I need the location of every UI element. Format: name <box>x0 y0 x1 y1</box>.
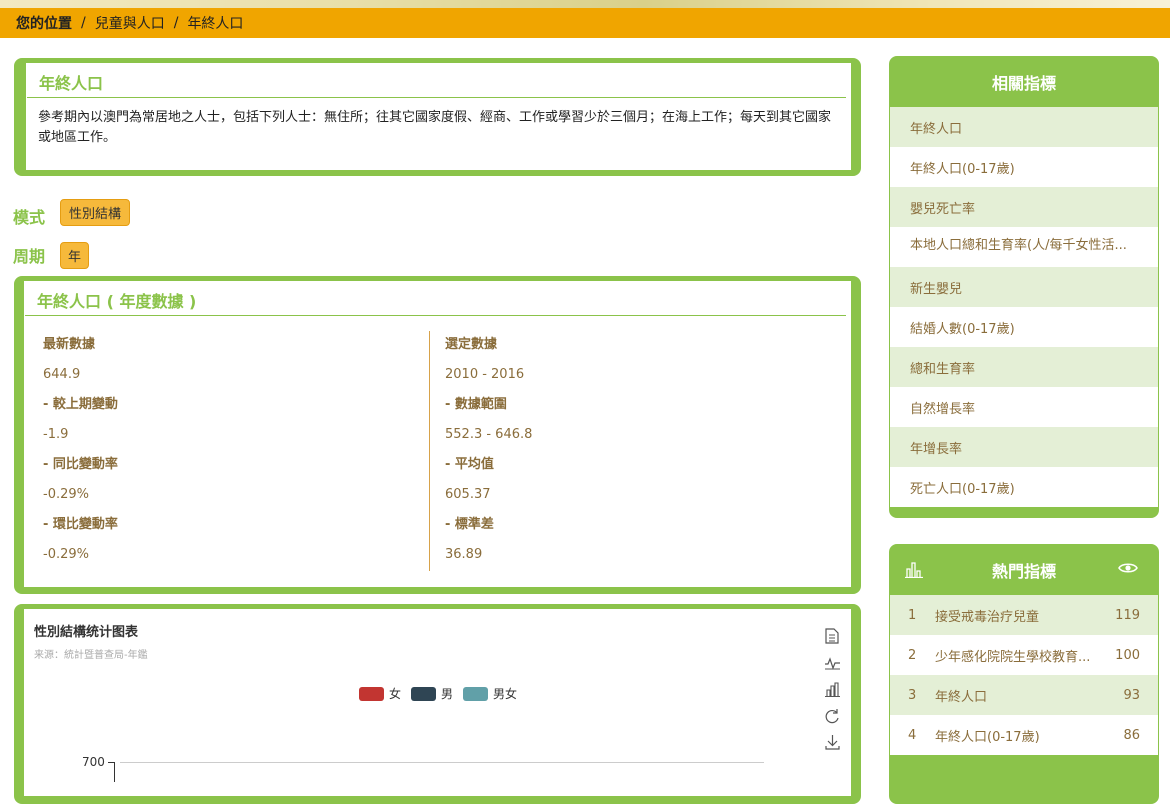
popular-indicators-list: 1 接受戒毒治疗兒童 119 2 少年感化院院生學校教育... 100 3 年終… <box>890 595 1158 755</box>
popular-item[interactable]: 1 接受戒毒治疗兒童 119 <box>890 595 1158 635</box>
chart-gridline <box>120 762 764 763</box>
related-item[interactable]: 嬰兒死亡率 <box>890 187 1158 227</box>
yoy-value: -0.29% <box>43 487 89 502</box>
change-value: -1.9 <box>43 427 69 442</box>
range-value: 552.3 - 646.8 <box>445 427 533 442</box>
related-item[interactable]: 自然增長率 <box>890 387 1158 427</box>
chart-toolbox <box>822 623 842 756</box>
legend-swatch <box>359 686 384 701</box>
mode-tag[interactable]: 性別結構 <box>60 199 131 226</box>
popular-count: 100 <box>1115 647 1140 663</box>
definition-card: 年終人口 參考期內以澳門為常居地之人士，包括下列人士：無住所；往其它國家度假、經… <box>14 58 861 176</box>
bar-chart-icon[interactable] <box>822 676 842 703</box>
latest-label: 最新數據 <box>43 337 96 352</box>
data-view-icon[interactable] <box>822 623 842 650</box>
chart-legend: 女 男 男女 <box>359 685 527 702</box>
chart-title: 性別結構统计图表 <box>34 625 139 640</box>
std-dev-value: 36.89 <box>445 547 483 562</box>
popular-rank: 3 <box>908 687 917 703</box>
y-axis-line <box>114 762 115 782</box>
average-label: - 平均值 <box>445 457 494 472</box>
popular-indicators-title: 熱門指標 <box>991 562 1056 581</box>
breadcrumb-separator: / <box>173 15 179 31</box>
breadcrumb-current[interactable]: 年終人口 <box>187 13 243 33</box>
annual-data-card: 年終人口 ( 年度數據 ) 最新數據 644.9 - 較上期變動 -1.9 - … <box>14 276 861 594</box>
period-label: 周期 <box>13 247 46 266</box>
legend-label: 男 <box>441 687 454 701</box>
breadcrumb-section-link[interactable]: 兒童與人口 <box>95 13 165 33</box>
eye-icon <box>1118 560 1138 580</box>
legend-swatch <box>411 686 437 701</box>
definition-title: 年終人口 <box>27 63 846 98</box>
related-item[interactable]: 年終人口 <box>890 107 1158 147</box>
breadcrumb: 您的位置 / 兒童與人口 / 年終人口 <box>0 8 1170 38</box>
latest-data-column: 最新數據 644.9 - 較上期變動 -1.9 - 同比變動率 -0.29% -… <box>43 330 118 570</box>
annual-stats: 最新數據 644.9 - 較上期變動 -1.9 - 同比變動率 -0.29% -… <box>24 316 851 576</box>
period-tag[interactable]: 年 <box>60 242 90 269</box>
legend-label: 男女 <box>493 687 518 701</box>
popular-rank: 1 <box>908 607 917 623</box>
popular-indicators-header: 熱門指標 <box>890 545 1158 595</box>
selected-value: 2010 - 2016 <box>445 367 525 382</box>
yoy-label: - 同比變動率 <box>43 457 118 472</box>
range-label: - 數據範圍 <box>445 397 507 412</box>
selected-data-column: 選定數據 2010 - 2016 - 數據範圍 552.3 - 646.8 - … <box>445 330 532 570</box>
popular-name: 少年感化院院生學校教育... <box>935 649 1091 665</box>
definition-text: 參考期內以澳門為常居地之人士，包括下列人士：無住所；往其它國家度假、經商、工作或… <box>38 110 832 145</box>
download-icon[interactable] <box>822 729 842 756</box>
popular-count: 119 <box>1115 607 1140 623</box>
popular-rank: 2 <box>908 647 917 663</box>
chart-card: 性別結構统计图表 来源：統計暨普查局-年鑑 女 男 男女 700 <box>14 604 861 804</box>
selected-label: 選定數據 <box>445 337 498 352</box>
related-item[interactable]: 年增長率 <box>890 427 1158 467</box>
qoq-value: -0.29% <box>43 547 89 562</box>
related-item[interactable]: 年終人口(0-17歲) <box>890 147 1158 187</box>
popular-name: 接受戒毒治疗兒童 <box>935 609 1040 625</box>
restore-icon[interactable] <box>822 703 842 730</box>
mode-label: 模式 <box>13 208 46 227</box>
panel-footer <box>890 507 1158 517</box>
related-item[interactable]: 總和生育率 <box>890 347 1158 387</box>
change-label: - 較上期變動 <box>43 397 118 412</box>
related-indicators-list: 年終人口 年終人口(0-17歲) 嬰兒死亡率 本地人口總和生育率(人/每千女性活… <box>890 107 1158 507</box>
legend-swatch <box>463 686 489 701</box>
popular-item[interactable]: 4 年終人口(0-17歲) 86 <box>890 715 1158 755</box>
popular-name: 年終人口(0-17歲) <box>935 729 1040 745</box>
popular-item[interactable]: 3 年終人口 93 <box>890 675 1158 715</box>
popular-count: 93 <box>1123 687 1140 703</box>
related-item[interactable]: 結婚人數(0-17歲) <box>890 307 1158 347</box>
header-banner-strip <box>0 0 1170 8</box>
breadcrumb-separator: / <box>81 15 86 31</box>
latest-value: 644.9 <box>43 367 81 382</box>
related-indicators-title: 相關指標 <box>991 74 1056 93</box>
chart-source: 来源：統計暨普查局-年鑑 <box>34 650 148 661</box>
related-item[interactable]: 新生嬰兒 <box>890 267 1158 307</box>
legend-item-male[interactable]: 男 <box>411 685 453 702</box>
legend-label: 女 <box>389 687 402 701</box>
breadcrumb-position-label: 您的位置 <box>16 16 72 32</box>
annual-data-title: 年終人口 ( 年度數據 ) <box>25 281 846 316</box>
line-chart-icon[interactable] <box>822 650 842 677</box>
qoq-label: - 環比變動率 <box>43 517 118 532</box>
popular-count: 86 <box>1123 727 1140 743</box>
related-indicators-panel: 相關指標 年終人口 年終人口(0-17歲) 嬰兒死亡率 本地人口總和生育率(人/… <box>889 56 1159 518</box>
popular-rank: 4 <box>908 727 917 743</box>
std-dev-label: - 標準差 <box>445 517 494 532</box>
average-value: 605.37 <box>445 487 491 502</box>
popular-item[interactable]: 2 少年感化院院生學校教育... 100 <box>890 635 1158 675</box>
bar-chart-icon <box>904 560 924 582</box>
legend-item-female[interactable]: 女 <box>359 685 401 702</box>
popular-indicators-panel: 熱門指標 1 接受戒毒治疗兒童 119 2 少年感化院院生學校教育... 100… <box>889 544 1159 804</box>
related-item[interactable]: 本地人口總和生育率(人/每千女性活... <box>890 227 1158 267</box>
popular-name: 年終人口 <box>935 689 988 705</box>
legend-item-total[interactable]: 男女 <box>463 685 517 702</box>
related-item[interactable]: 死亡人口(0-17歲) <box>890 467 1158 507</box>
column-divider <box>429 331 430 571</box>
